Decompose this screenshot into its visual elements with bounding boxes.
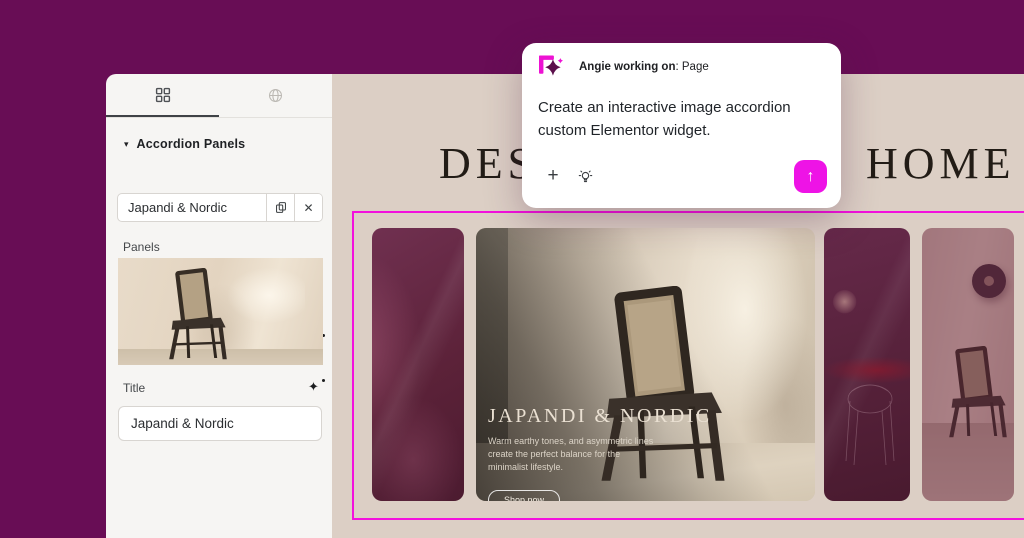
accordion-panel-sculpture[interactable] (372, 228, 464, 501)
assistant-status-bold: Angie working on (579, 61, 675, 73)
panel-image-thumbnail[interactable] (118, 258, 323, 365)
title-input-wrapper (118, 406, 322, 441)
add-attachment-button[interactable]: + (542, 165, 564, 187)
up-arrow-icon: ↑ (807, 168, 815, 186)
remove-panel-button[interactable]: ✕ (294, 194, 322, 221)
widget-settings-sidebar: ▾ Accordion Panels Panels ✕ (106, 74, 332, 538)
accordion-panel-japandi-expanded[interactable]: JAPANDI & NORDIC Warm earthy tones, and … (476, 228, 815, 501)
panel-item-row: ✕ (117, 193, 323, 222)
ai-sparkle-icon[interactable]: ✦ (308, 380, 322, 394)
image-accordion-widget: JAPANDI & NORDIC Warm earthy tones, and … (332, 228, 1024, 501)
panel-description: Warm earthy tones, and asymmetric lines … (488, 435, 660, 474)
thumbnail-chair-illustration (150, 268, 246, 364)
assistant-status-target: : Page (675, 61, 708, 73)
accordion-panel-dining[interactable] (824, 228, 910, 501)
assistant-card-header: Angie working on: Page (538, 54, 709, 79)
grid-layout-icon (155, 87, 171, 103)
shop-now-button[interactable]: Shop now (488, 490, 560, 501)
assistant-status-text: Angie working on: Page (579, 61, 709, 73)
angie-logo-icon (538, 54, 565, 79)
assistant-prompt-text: Create an interactive image accordion cu… (538, 96, 830, 143)
sidebar-tab-bar (106, 74, 332, 118)
panel-title: JAPANDI & NORDIC (488, 405, 712, 428)
panels-field-label: Panels (123, 240, 160, 254)
title-input[interactable] (119, 407, 321, 440)
collapse-caret-icon: ▾ (124, 139, 129, 150)
page-heading-right: HOME (866, 138, 1016, 189)
assistant-card: Angie working on: Page Create an interac… (522, 43, 841, 208)
close-icon: ✕ (303, 201, 313, 215)
copy-icon (275, 201, 287, 214)
send-button[interactable]: ↑ (794, 160, 827, 193)
panel-content: JAPANDI & NORDIC Warm earthy tones, and … (488, 405, 712, 501)
tab-content-settings[interactable] (106, 74, 219, 117)
accordion-panel-bedroom[interactable] (922, 228, 1014, 501)
title-field-label: Title (123, 381, 145, 395)
panel-item-input[interactable] (118, 194, 266, 221)
lightbulb-icon (578, 169, 593, 185)
duplicate-panel-button[interactable] (266, 194, 294, 221)
tab-site-settings[interactable] (219, 74, 332, 117)
suggestions-button[interactable] (574, 166, 596, 188)
globe-icon (267, 87, 284, 104)
screenshot-root: ▾ Accordion Panels Panels ✕ (0, 0, 1024, 538)
accordion-panels-section-header[interactable]: ▾ Accordion Panels (124, 137, 245, 151)
wireframe-chair-illustration (832, 361, 902, 481)
panel-tint-overlay (922, 228, 1014, 501)
section-title: Accordion Panels (137, 137, 246, 151)
